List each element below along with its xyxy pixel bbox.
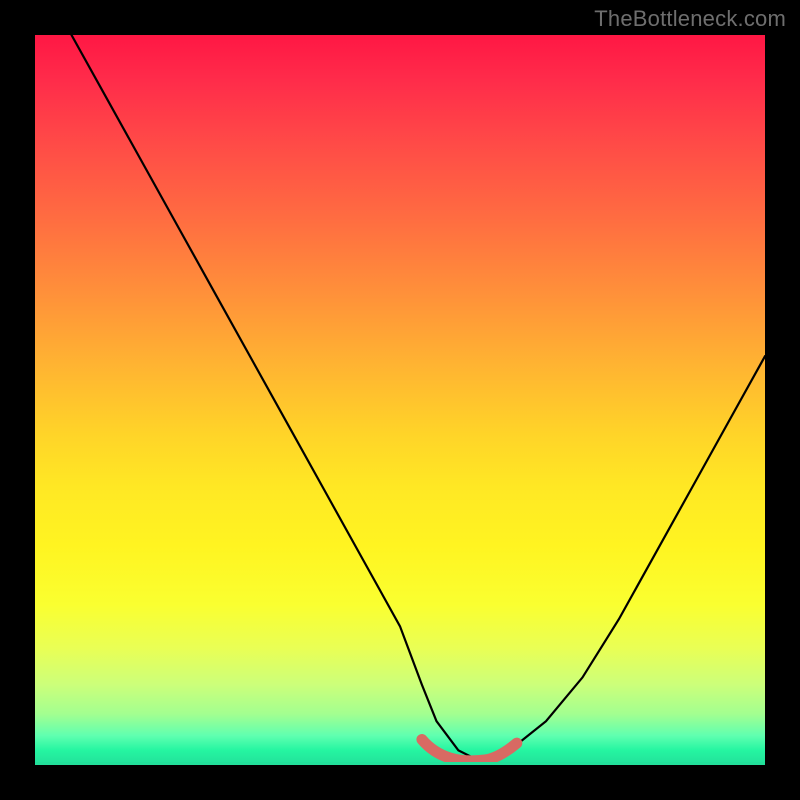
watermark-text: TheBottleneck.com — [594, 6, 786, 32]
main-curve — [72, 35, 766, 758]
chart-frame: TheBottleneck.com — [0, 0, 800, 800]
curve-layer — [35, 35, 765, 765]
plot-area — [35, 35, 765, 765]
trough-band — [422, 740, 517, 761]
gradient-bottom-edge — [35, 762, 765, 765]
